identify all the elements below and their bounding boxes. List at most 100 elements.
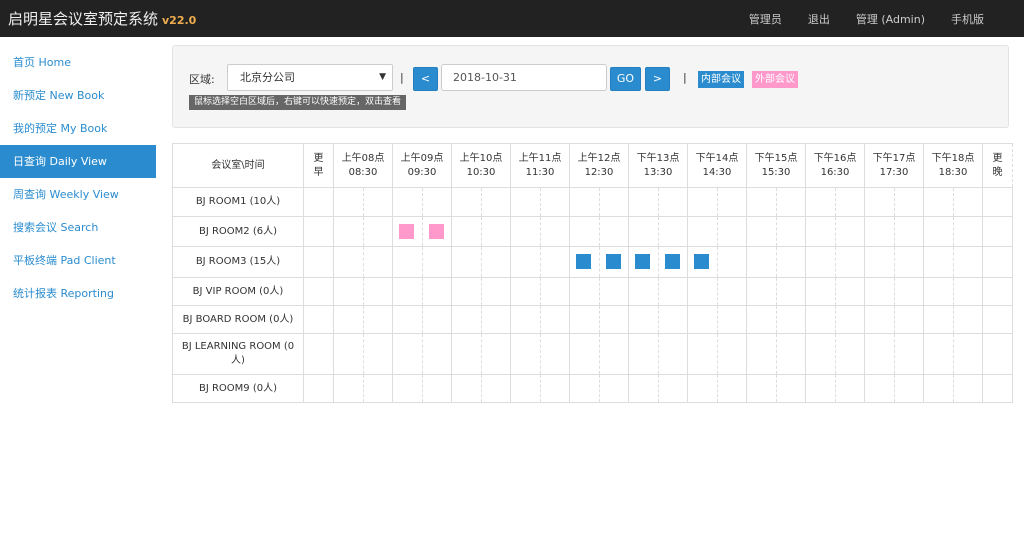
time-slot-cell[interactable]: [716, 333, 747, 375]
time-slot-cell[interactable]: [657, 333, 688, 375]
time-slot-cell[interactable]: [864, 333, 895, 375]
time-slot-cell[interactable]: [834, 246, 865, 278]
time-slot-cell[interactable]: [333, 374, 364, 403]
time-slot-cell[interactable]: [746, 216, 777, 247]
time-slot-cell[interactable]: [805, 305, 836, 334]
internal-meeting-booking[interactable]: [576, 254, 592, 269]
time-slot-cell[interactable]: [333, 305, 364, 334]
time-slot-cell[interactable]: [775, 216, 806, 247]
earlier-column-header[interactable]: 更早: [303, 143, 334, 188]
time-slot-cell[interactable]: [864, 305, 895, 334]
time-slot-cell[interactable]: [716, 187, 747, 217]
time-slot-cell[interactable]: [510, 374, 541, 403]
time-slot-cell[interactable]: [775, 333, 806, 375]
time-slot-cell[interactable]: [952, 187, 983, 217]
time-slot-cell[interactable]: [657, 246, 688, 278]
go-button[interactable]: GO: [610, 67, 641, 91]
time-slot-cell[interactable]: [362, 216, 393, 247]
next-day-button[interactable]: >: [645, 67, 670, 91]
sidebar-item[interactable]: 新预定 New Book: [0, 79, 156, 112]
time-slot-cell[interactable]: [982, 246, 1013, 278]
time-slot-cell[interactable]: [893, 216, 924, 247]
internal-meeting-booking[interactable]: [694, 254, 710, 269]
time-slot-cell[interactable]: [982, 333, 1013, 375]
time-slot-cell[interactable]: [569, 277, 600, 306]
time-slot-cell[interactable]: [952, 246, 983, 278]
time-slot-cell[interactable]: [864, 187, 895, 217]
time-slot-cell[interactable]: [539, 277, 570, 306]
time-slot-cell[interactable]: [687, 333, 718, 375]
time-slot-cell[interactable]: [333, 246, 364, 278]
internal-meeting-booking[interactable]: [664, 254, 680, 269]
time-slot-cell[interactable]: [805, 277, 836, 306]
time-slot-cell[interactable]: [952, 305, 983, 334]
time-slot-cell[interactable]: [569, 246, 600, 278]
time-slot-cell[interactable]: [510, 187, 541, 217]
time-slot-cell[interactable]: [539, 246, 570, 278]
prev-day-button[interactable]: <: [413, 67, 438, 91]
time-slot-cell[interactable]: [392, 187, 423, 217]
time-slot-cell[interactable]: [864, 374, 895, 403]
time-slot-cell[interactable]: [480, 305, 511, 334]
time-slot-cell[interactable]: [539, 216, 570, 247]
time-slot-cell[interactable]: [480, 216, 511, 247]
time-slot-cell[interactable]: [746, 305, 777, 334]
time-slot-cell[interactable]: [716, 246, 747, 278]
time-slot-cell[interactable]: [392, 374, 423, 403]
time-slot-cell[interactable]: [303, 216, 334, 247]
time-slot-cell[interactable]: [539, 305, 570, 334]
sidebar-item[interactable]: 搜索会议 Search: [0, 211, 156, 244]
time-slot-cell[interactable]: [923, 305, 954, 334]
app-title[interactable]: 启明星会议室预定系统 v22.0: [0, 8, 196, 29]
time-slot-cell[interactable]: [716, 374, 747, 403]
time-slot-cell[interactable]: [392, 246, 423, 278]
time-slot-cell[interactable]: [923, 374, 954, 403]
admin-panel-link[interactable]: 管理 (Admin): [856, 11, 925, 27]
time-slot-cell[interactable]: [451, 374, 482, 403]
time-slot-cell[interactable]: [362, 187, 393, 217]
time-slot-cell[interactable]: [303, 305, 334, 334]
time-slot-cell[interactable]: [687, 374, 718, 403]
time-slot-cell[interactable]: [834, 187, 865, 217]
time-slot-cell[interactable]: [657, 187, 688, 217]
time-slot-cell[interactable]: [775, 305, 806, 334]
time-slot-cell[interactable]: [392, 216, 423, 247]
time-slot-cell[interactable]: [421, 374, 452, 403]
time-slot-cell[interactable]: [952, 216, 983, 247]
time-slot-cell[interactable]: [834, 277, 865, 306]
time-slot-cell[interactable]: [893, 374, 924, 403]
admin-user-link[interactable]: 管理员: [749, 11, 782, 27]
time-slot-cell[interactable]: [716, 216, 747, 247]
time-slot-cell[interactable]: [598, 333, 629, 375]
time-slot-cell[interactable]: [421, 246, 452, 278]
time-slot-cell[interactable]: [598, 187, 629, 217]
time-slot-cell[interactable]: [539, 374, 570, 403]
sidebar-item[interactable]: 周查询 Weekly View: [0, 178, 156, 211]
time-slot-cell[interactable]: [687, 246, 718, 278]
time-slot-cell[interactable]: [451, 216, 482, 247]
time-slot-cell[interactable]: [657, 216, 688, 247]
time-slot-cell[interactable]: [303, 246, 334, 278]
time-slot-cell[interactable]: [480, 187, 511, 217]
time-slot-cell[interactable]: [805, 246, 836, 278]
time-slot-cell[interactable]: [775, 187, 806, 217]
time-slot-cell[interactable]: [775, 277, 806, 306]
time-slot-cell[interactable]: [628, 333, 659, 375]
time-slot-cell[interactable]: [598, 246, 629, 278]
time-slot-cell[interactable]: [303, 277, 334, 306]
time-slot-cell[interactable]: [805, 187, 836, 217]
time-slot-cell[interactable]: [864, 246, 895, 278]
time-slot-cell[interactable]: [864, 277, 895, 306]
time-slot-cell[interactable]: [451, 333, 482, 375]
time-slot-cell[interactable]: [510, 333, 541, 375]
time-slot-cell[interactable]: [982, 187, 1013, 217]
time-slot-cell[interactable]: [657, 277, 688, 306]
time-slot-cell[interactable]: [628, 374, 659, 403]
time-slot-cell[interactable]: [628, 246, 659, 278]
time-slot-cell[interactable]: [893, 187, 924, 217]
later-column-header[interactable]: 更晚: [982, 143, 1013, 188]
time-slot-cell[interactable]: [775, 246, 806, 278]
external-meeting-booking[interactable]: [399, 223, 415, 239]
time-slot-cell[interactable]: [362, 374, 393, 403]
time-slot-cell[interactable]: [480, 277, 511, 306]
